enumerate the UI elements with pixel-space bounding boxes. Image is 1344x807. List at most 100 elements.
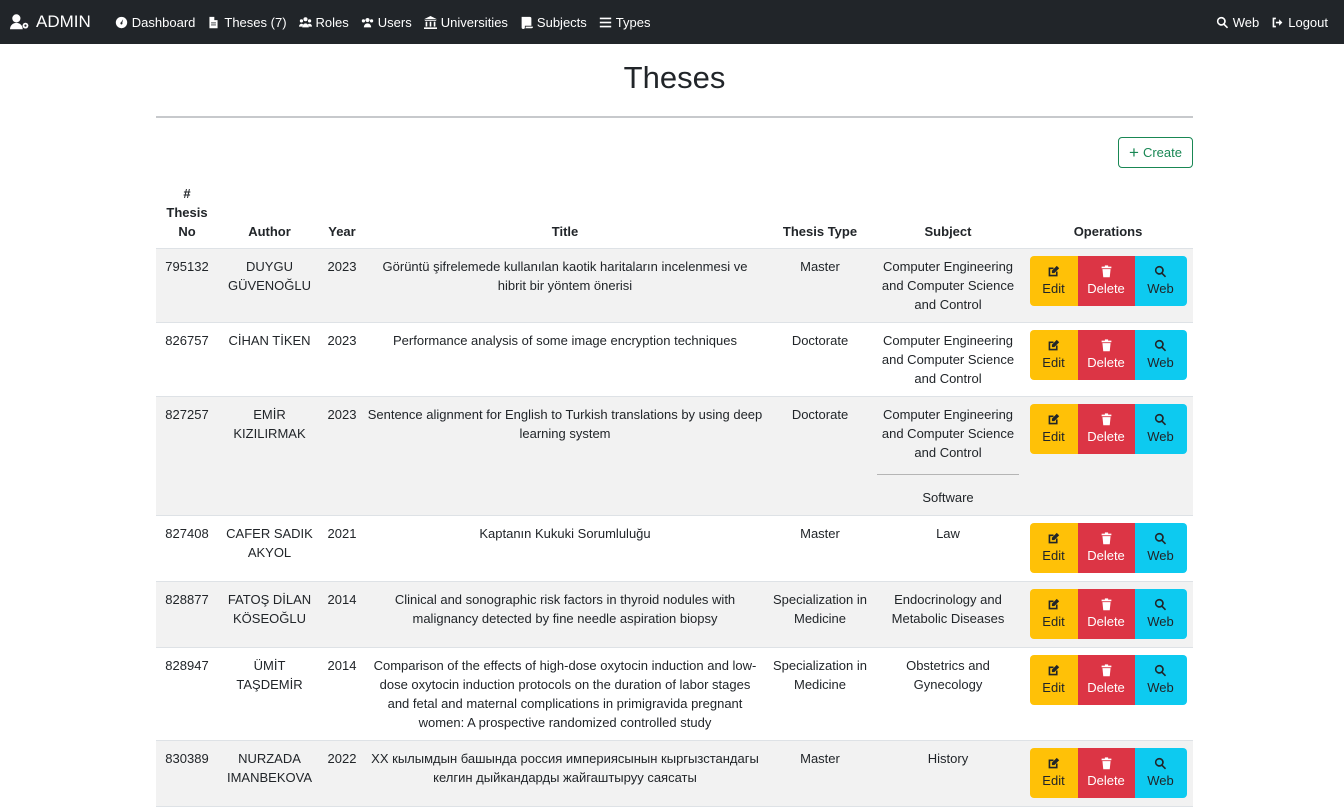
trash-icon: [1101, 532, 1111, 545]
cell-year: 2022: [321, 740, 363, 807]
cell-author: CİHAN TİKEN: [218, 322, 321, 397]
subject-item: Law: [936, 526, 960, 541]
cell-thesis-type: Master: [767, 515, 873, 582]
edit-icon: [1048, 339, 1060, 351]
cell-thesis-no: 827408: [156, 515, 218, 582]
operations-group: Edit Delete Web: [1027, 589, 1189, 639]
edit-button-label: Edit: [1042, 429, 1065, 444]
operations-group: Edit Delete Web: [1027, 523, 1189, 573]
table-row: 826757 CİHAN TİKEN 2023 Performance anal…: [156, 322, 1193, 397]
nav-logout[interactable]: Logout: [1265, 15, 1334, 30]
cell-operations: Edit Delete Web: [1023, 740, 1193, 807]
subject-item: Software: [877, 474, 1019, 507]
header-thesis-no[interactable]: # Thesis No: [156, 178, 218, 249]
header-thesis-no-label: Thesis No: [166, 205, 208, 239]
nav-dashboard[interactable]: Dashboard: [109, 15, 202, 30]
table-row: 827257 EMİR KIZILIRMAK 2023 Sentence ali…: [156, 396, 1193, 516]
web-button-label: Web: [1147, 281, 1174, 296]
edit-icon: [1048, 413, 1060, 425]
table-row: 828877 FATOŞ DİLAN KÖSEOĞLU 2014 Clinica…: [156, 581, 1193, 648]
cell-thesis-type: Doctorate: [767, 322, 873, 397]
trash-icon: [1101, 413, 1111, 426]
header-year[interactable]: Year: [321, 178, 363, 249]
table-header-row: # Thesis No Author Year Title Thesis Typ…: [156, 178, 1193, 249]
edit-button[interactable]: Edit: [1029, 748, 1078, 798]
plus-icon: +: [1129, 143, 1139, 162]
cell-thesis-no: 826757: [156, 322, 218, 397]
subject-item: Computer Engineering and Computer Scienc…: [881, 333, 1015, 386]
cell-operations: Edit Delete Web: [1023, 322, 1193, 397]
cell-thesis-type: Doctorate: [767, 396, 873, 516]
delete-button-label: Delete: [1087, 429, 1125, 444]
delete-button[interactable]: Delete: [1077, 523, 1135, 573]
edit-icon: [1048, 265, 1060, 277]
user-gear-icon: [10, 14, 29, 30]
search-icon: [1154, 598, 1167, 611]
nav-universities[interactable]: Universities: [418, 15, 514, 30]
cell-thesis-type: Specialization in Medicine: [767, 647, 873, 741]
web-button[interactable]: Web: [1134, 589, 1187, 639]
header-title[interactable]: Title: [363, 178, 767, 249]
nav-web[interactable]: Web: [1210, 15, 1266, 30]
cell-author: DUYGU GÜVENOĞLU: [218, 248, 321, 323]
web-button[interactable]: Web: [1134, 330, 1187, 380]
header-hash: #: [183, 186, 191, 201]
search-icon: [1154, 413, 1167, 426]
cell-title: XX кылымдын башында россия империясынын …: [363, 740, 767, 807]
web-button-label: Web: [1147, 614, 1174, 629]
nav-roles[interactable]: Roles: [293, 15, 355, 30]
subject-list: Computer Engineering and Computer Scienc…: [877, 405, 1019, 507]
brand-link[interactable]: ADMIN: [10, 12, 91, 32]
edit-button[interactable]: Edit: [1029, 655, 1078, 705]
users-icon: [361, 17, 373, 27]
building-columns-icon: [423, 15, 437, 29]
delete-button[interactable]: Delete: [1077, 748, 1135, 798]
delete-button[interactable]: Delete: [1077, 655, 1135, 705]
cell-subject: Computer Engineering and Computer Scienc…: [873, 396, 1023, 516]
cell-title: Comparison of the effects of high-dose o…: [363, 647, 767, 741]
nav-subjects[interactable]: Subjects: [514, 15, 593, 30]
cell-subject: Law: [873, 515, 1023, 582]
nav-types[interactable]: Types: [593, 15, 657, 30]
nav-users[interactable]: Users: [355, 15, 418, 30]
cell-title: Sentence alignment for English to Turkis…: [363, 396, 767, 516]
delete-button[interactable]: Delete: [1077, 256, 1135, 306]
delete-button[interactable]: Delete: [1077, 404, 1135, 454]
cell-title: Performance analysis of some image encry…: [363, 322, 767, 397]
cell-title: Görüntü şifrelemede kullanılan kaotik ha…: [363, 248, 767, 323]
edit-button[interactable]: Edit: [1029, 404, 1078, 454]
search-icon: [1154, 265, 1167, 278]
cell-thesis-type: Master: [767, 740, 873, 807]
create-button-label: Create: [1142, 145, 1182, 160]
delete-button[interactable]: Delete: [1077, 330, 1135, 380]
edit-button[interactable]: Edit: [1029, 523, 1078, 573]
edit-button[interactable]: Edit: [1029, 256, 1078, 306]
create-button[interactable]: + Create: [1118, 137, 1193, 168]
web-button[interactable]: Web: [1134, 523, 1187, 573]
cell-operations: Edit Delete Web: [1023, 581, 1193, 648]
nav-web-label: Web: [1232, 14, 1260, 30]
cell-author: ÜMİT TAŞDEMİR: [218, 647, 321, 741]
cell-thesis-type: Master: [767, 248, 873, 323]
web-button[interactable]: Web: [1134, 748, 1187, 798]
delete-button-label: Delete: [1087, 548, 1125, 563]
delete-button[interactable]: Delete: [1077, 589, 1135, 639]
web-button-label: Web: [1147, 680, 1174, 695]
edit-button-label: Edit: [1042, 355, 1065, 370]
web-button-label: Web: [1147, 773, 1174, 788]
cell-author: FATOŞ DİLAN KÖSEOĞLU: [218, 581, 321, 648]
edit-button[interactable]: Edit: [1029, 589, 1078, 639]
header-author[interactable]: Author: [218, 178, 321, 249]
cell-thesis-no: 828947: [156, 647, 218, 741]
header-thesis-type[interactable]: Thesis Type: [767, 178, 873, 249]
web-button[interactable]: Web: [1134, 404, 1187, 454]
table-row: 830389 NURZADA IMANBEKOVA 2022 XX кылымд…: [156, 740, 1193, 807]
cell-subject: History: [873, 740, 1023, 807]
subject-item: History: [927, 751, 969, 766]
edit-button[interactable]: Edit: [1029, 330, 1078, 380]
header-subject[interactable]: Subject: [873, 178, 1023, 249]
web-button[interactable]: Web: [1134, 256, 1187, 306]
nav-theses[interactable]: Theses (7): [201, 15, 292, 30]
web-button[interactable]: Web: [1134, 655, 1187, 705]
nav-types-label: Types: [615, 14, 651, 30]
